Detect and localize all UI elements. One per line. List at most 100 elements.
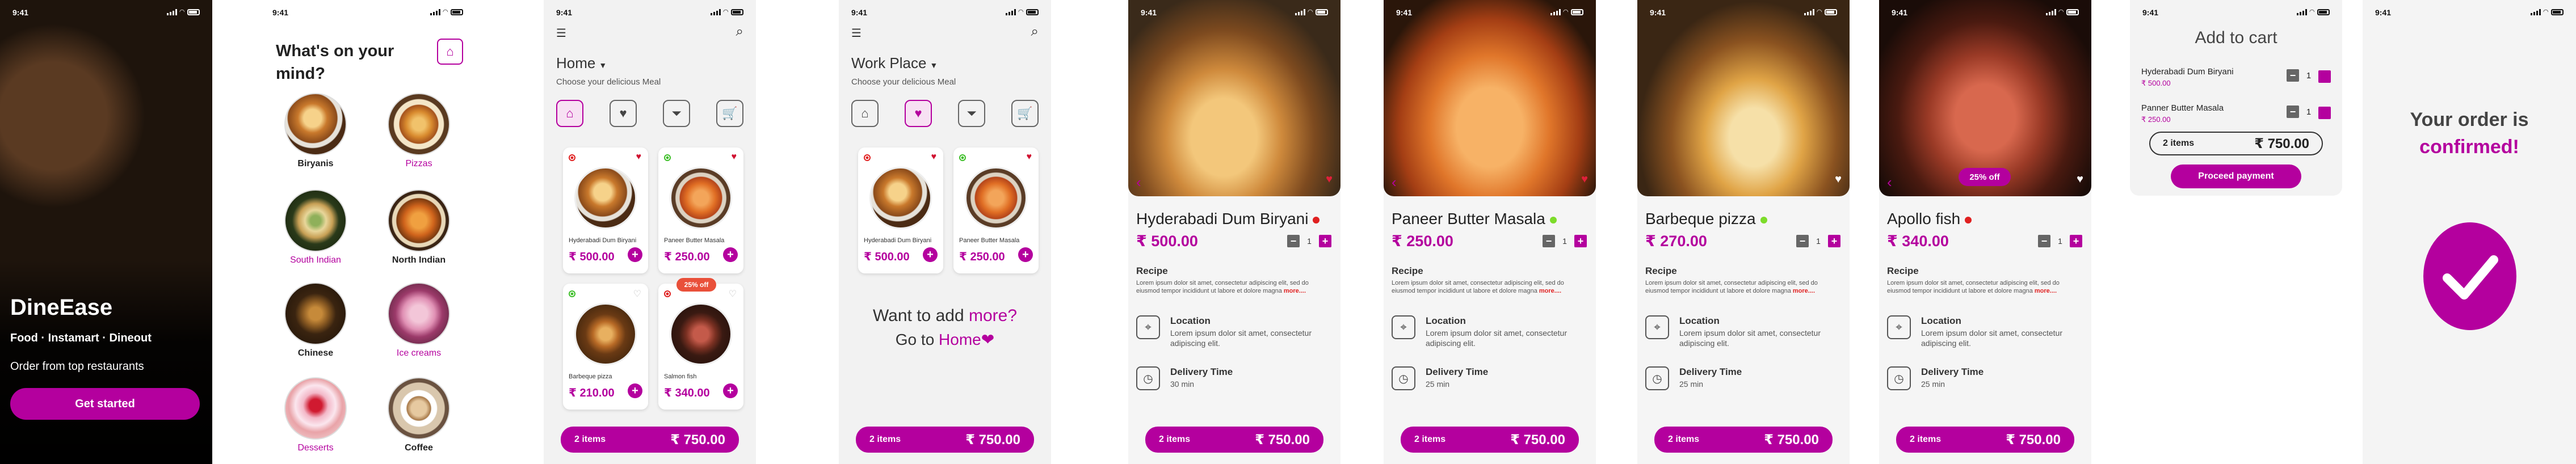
delivery-title: Delivery Time	[1679, 366, 1742, 377]
food-image	[574, 303, 637, 365]
cart-bar[interactable]: 2 items ₹ 750.00	[856, 427, 1034, 453]
heart-icon[interactable]: ♥	[1027, 152, 1032, 162]
veg-indicator	[664, 154, 671, 161]
category-item[interactable]: Coffee	[385, 377, 453, 453]
battery-icon	[1316, 9, 1328, 15]
go-home-link[interactable]: Home	[939, 331, 981, 348]
category-image	[284, 189, 347, 252]
food-price: ₹ 500.00	[1136, 233, 1198, 250]
food-card[interactable]: ♡ Salmon fish ₹ 340.00 +25% off	[658, 278, 743, 410]
heart-icon[interactable]: ♥	[732, 152, 737, 162]
battery-icon	[187, 9, 200, 15]
category-item[interactable]: Biryanis	[281, 93, 350, 169]
food-card[interactable]: ♥ Paneer Butter Masala ₹ 250.00 +	[953, 147, 1039, 273]
add-button[interactable]: +	[723, 247, 738, 262]
food-card[interactable]: ♡ Barbeque pizza ₹ 210.00 +	[563, 284, 648, 410]
back-icon[interactable]: ‹	[1136, 174, 1141, 191]
search-icon[interactable]: ⌕	[1031, 24, 1039, 40]
back-icon[interactable]: ‹	[1392, 174, 1397, 191]
food-title-text: Hyderabadi Dum Biryani	[1136, 210, 1309, 227]
decrement-button[interactable]: −	[1287, 235, 1300, 247]
status-time: 9:41	[2375, 8, 2392, 17]
recipe-title: Recipe	[1392, 265, 1423, 276]
increment-button[interactable]: +	[2318, 70, 2331, 83]
read-more-link[interactable]: more....	[1793, 288, 1815, 294]
cart-bar[interactable]: 2 items ₹ 750.00	[561, 427, 739, 453]
increment-button[interactable]: +	[1319, 235, 1331, 247]
heart-icon[interactable]: ♥	[931, 152, 937, 162]
status-bar: 9:41 ◠	[1650, 8, 1837, 19]
location-selector[interactable]: Work Place ▼	[851, 54, 938, 72]
category-item[interactable]: North Indian	[385, 189, 453, 265]
heart-icon[interactable]: ♡	[729, 288, 737, 300]
filter-button[interactable]: ⏷	[663, 100, 690, 127]
heart-icon[interactable]: ♥	[636, 152, 642, 162]
read-more-link[interactable]: more....	[1284, 288, 1306, 294]
cart-bar[interactable]: 2 items ₹ 750.00	[1896, 427, 2074, 453]
decrement-button[interactable]: −	[2038, 235, 2050, 247]
filter-button[interactable]: ♥	[610, 100, 637, 127]
decrement-button[interactable]: −	[2287, 69, 2299, 82]
menu-icon[interactable]: ☰	[556, 26, 566, 40]
heart-icon[interactable]: ♥	[2077, 174, 2083, 185]
food-hero-image	[1637, 0, 1850, 196]
read-more-link[interactable]: more....	[2035, 288, 2057, 294]
category-item[interactable]: Ice creams	[385, 282, 453, 358]
quantity-stepper: −1 +	[1287, 235, 1331, 247]
signal-icon	[2530, 9, 2541, 15]
filter-button[interactable]: ⏷	[958, 100, 985, 127]
category-item[interactable]: Chinese	[281, 282, 350, 358]
menu-icon[interactable]: ☰	[851, 26, 862, 40]
filter-button[interactable]: 🛒	[1011, 100, 1039, 127]
location-title: Location	[1170, 315, 1211, 326]
delivery-time: 25 min	[1679, 379, 1704, 389]
add-button[interactable]: +	[923, 247, 938, 262]
location-selector[interactable]: Home ▼	[556, 54, 607, 72]
category-item[interactable]: Pizzas	[385, 93, 453, 169]
back-icon[interactable]: ‹	[1887, 174, 1892, 191]
category-label: Pizzas	[405, 159, 432, 168]
food-name: Barbeque pizza	[569, 373, 612, 380]
cart-bar[interactable]: 2 items ₹ 750.00	[1654, 427, 1833, 453]
search-icon[interactable]: ⌕	[736, 24, 743, 40]
read-more-link[interactable]: more....	[1539, 288, 1561, 294]
increment-button[interactable]: +	[2318, 107, 2331, 119]
location-text: Lorem ipsum dolor sit amet, consectetur …	[1170, 328, 1312, 348]
filter-button[interactable]: ⌂	[851, 100, 879, 127]
add-button[interactable]: +	[1018, 247, 1033, 262]
add-button[interactable]: +	[628, 383, 642, 398]
add-button[interactable]: +	[628, 247, 642, 262]
decrement-button[interactable]: −	[2287, 106, 2299, 118]
signal-icon	[2045, 9, 2056, 15]
heart-icon[interactable]: ♡	[633, 288, 641, 300]
get-started-button[interactable]: Get started	[10, 388, 200, 420]
filter-button[interactable]: ♥	[905, 100, 932, 127]
filter-button[interactable]: ⌂	[556, 100, 583, 127]
home-button[interactable]: ⌂	[437, 39, 463, 65]
increment-button[interactable]: +	[2070, 235, 2082, 247]
category-item[interactable]: Desserts	[281, 377, 350, 453]
cart-bar[interactable]: 2 items ₹ 750.00	[1401, 427, 1579, 453]
go-home-prompt[interactable]: Go to Home❤	[839, 330, 1051, 349]
food-card[interactable]: ♥ Paneer Butter Masala ₹ 250.00 +	[658, 147, 743, 273]
decrement-button[interactable]: −	[1796, 235, 1809, 247]
heart-icon[interactable]: ♥	[1835, 174, 1842, 185]
category-item[interactable]: South Indian	[281, 189, 350, 265]
proceed-payment-button[interactable]: Proceed payment	[2171, 164, 2301, 188]
cart-total: ₹ 750.00	[965, 432, 1020, 448]
decrement-button[interactable]: −	[1543, 235, 1555, 247]
cart-bar[interactable]: 2 items ₹ 750.00	[1145, 427, 1323, 453]
filter-button[interactable]: 🛒	[716, 100, 743, 127]
clock-icon: ◷	[1887, 366, 1911, 390]
location-text: Lorem ipsum dolor sit amet, consectetur …	[1426, 328, 1567, 348]
food-card[interactable]: ♥ Hyderabadi Dum Biryani ₹ 500.00 +	[563, 147, 648, 273]
add-button[interactable]: +	[723, 383, 738, 398]
quantity-stepper: −1 +	[2038, 235, 2082, 247]
battery-icon	[2066, 9, 2079, 15]
increment-button[interactable]: +	[1574, 235, 1587, 247]
cart-total-items: 2 items	[2163, 138, 2195, 148]
food-card[interactable]: ♥ Hyderabadi Dum Biryani ₹ 500.00 +	[858, 147, 943, 273]
increment-button[interactable]: +	[1828, 235, 1840, 247]
heart-icon[interactable]: ♥	[1581, 174, 1588, 185]
heart-icon[interactable]: ♥	[1326, 174, 1333, 185]
